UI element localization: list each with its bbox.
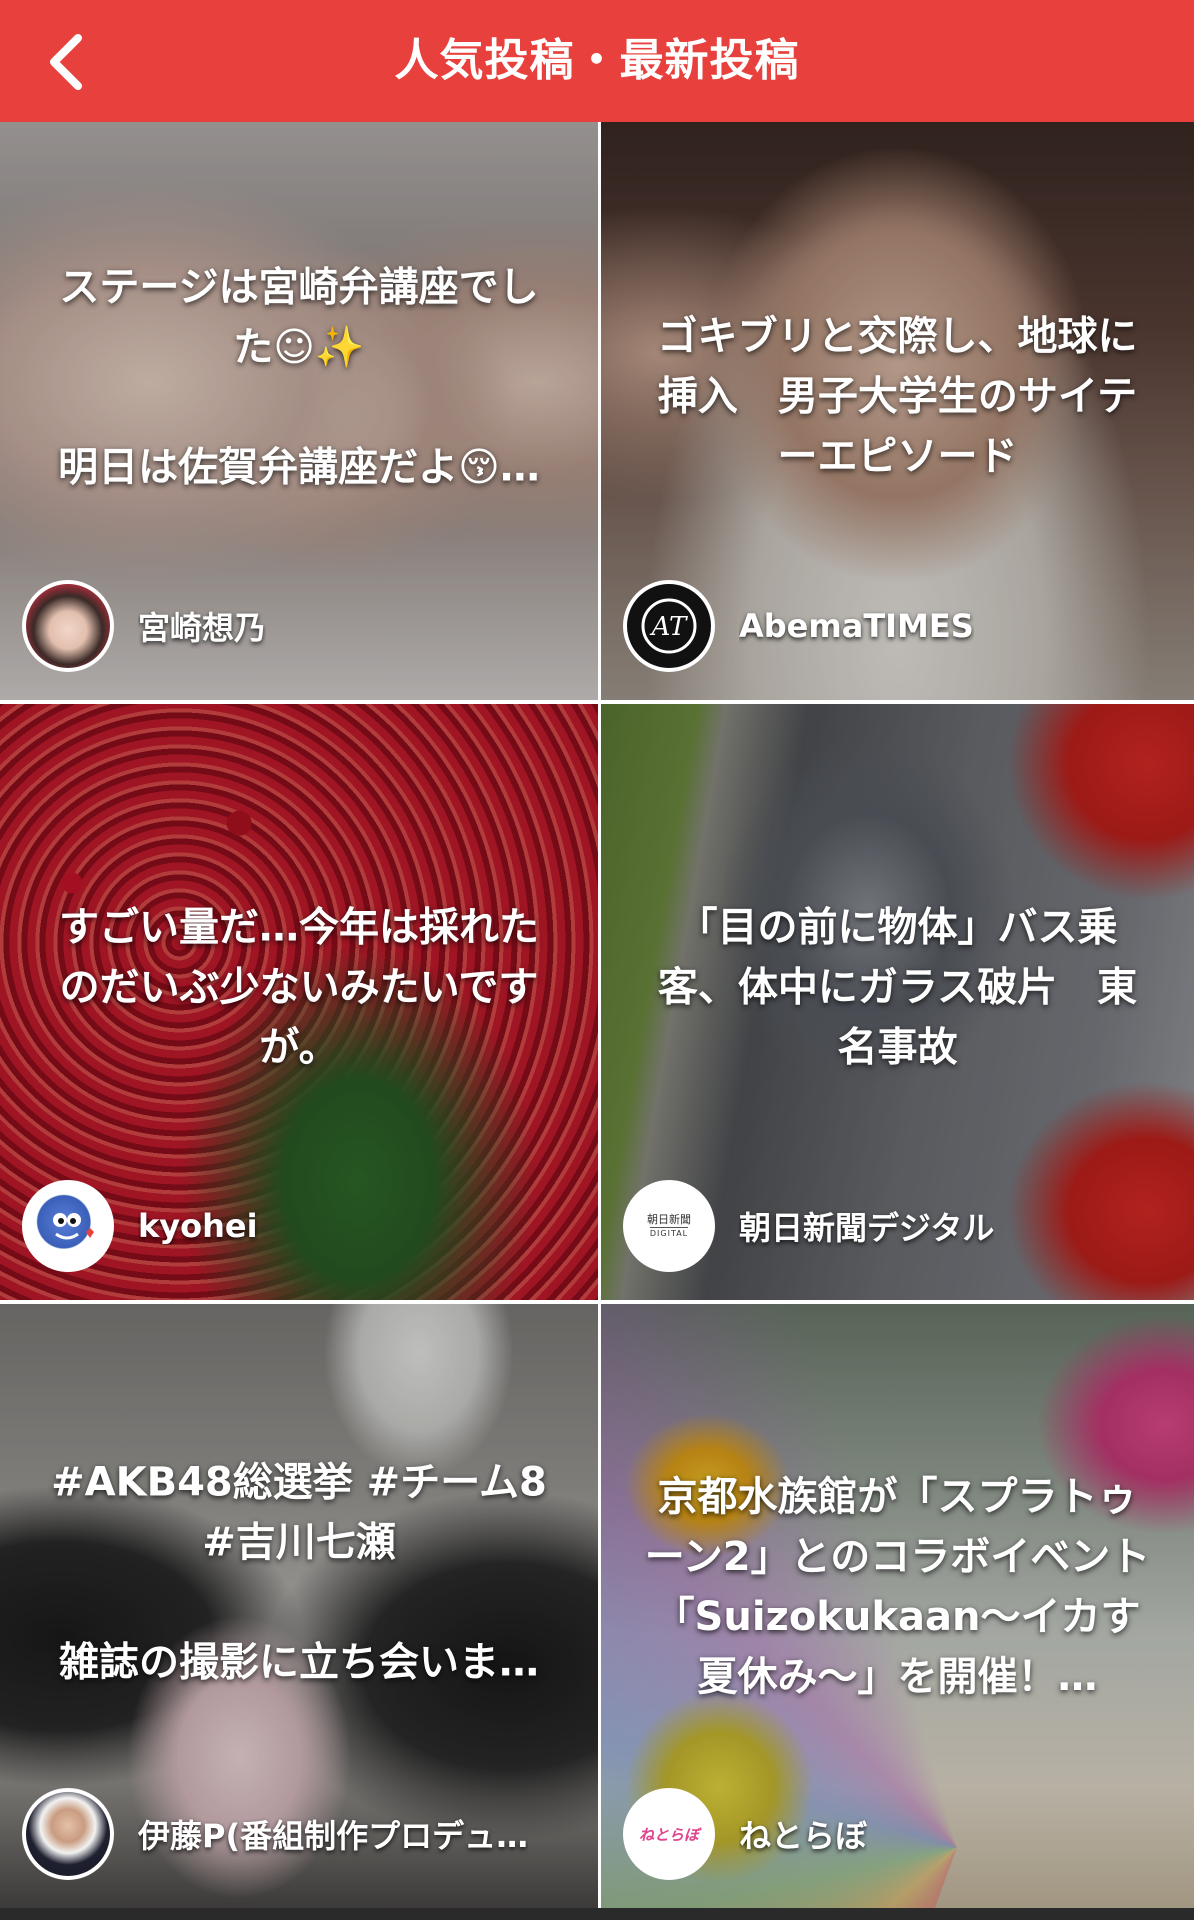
svg-text:AT: AT — [650, 612, 688, 642]
author-name: 宮崎想乃 — [138, 609, 267, 647]
author-name: kyohei — [138, 1207, 258, 1245]
post-author: 朝日新聞 DIGITAL 朝日新聞デジタル — [623, 1178, 1172, 1274]
asahi-logo-line2: DIGITAL — [649, 1227, 689, 1238]
post-author: kyohei — [22, 1178, 576, 1274]
page-title: 人気投稿・最新投稿 — [394, 35, 800, 86]
post-card[interactable]: 京都水族館が「スプラトゥーン2」とのコラボイベント「Suizokukaan〜イカ… — [601, 1304, 1194, 1908]
author-avatar — [22, 580, 114, 672]
author-name: 朝日新聞デジタル — [739, 1209, 995, 1247]
author-avatar — [22, 1180, 114, 1272]
author-name: ねとらぼ — [739, 1817, 868, 1855]
author-name: AbemaTIMES — [739, 607, 974, 645]
netorabo-logo-text: ねとらぼ — [638, 1825, 699, 1844]
asahi-digital-logo: 朝日新聞 DIGITAL — [623, 1180, 715, 1272]
post-card[interactable]: #AKB48総選挙 #チーム8 #吉川七瀬 雑誌の撮影に立ち会いま… 伊藤P(番… — [0, 1304, 601, 1908]
author-avatar — [22, 1788, 114, 1880]
post-text: ゴキブリと交際し、地球に挿入 男子大学生のサイテーエピソード — [657, 313, 1138, 480]
abematimes-logo: AT — [623, 580, 715, 672]
next-row-peek — [601, 1908, 1194, 1920]
post-text: 京都水族館が「スプラトゥーン2」とのコラボイベント「Suizokukaan〜イカ… — [644, 1473, 1151, 1700]
post-text: 「目の前に物体」バス乗客、体中にガラス破片 東名事故 — [657, 904, 1138, 1071]
author-name: 伊藤P(番組制作プロデュ… — [138, 1817, 529, 1855]
post-text: #AKB48総選挙 #チーム8 #吉川七瀬 雑誌の撮影に立ち会いま… — [51, 1459, 547, 1686]
post-text: すごい量だ…今年は採れたのだいぶ少ないみたいですが。 — [59, 904, 539, 1071]
asahi-logo-line1: 朝日新聞 — [647, 1213, 691, 1226]
post-author: 伊藤P(番組制作プロデュ… — [22, 1786, 576, 1882]
post-grid: ステージは宮崎弁講座でした☺✨ 明日は佐賀弁講座だよ😚… 宮崎想乃 ゴキブリと交… — [0, 122, 1194, 1920]
post-author: 宮崎想乃 — [22, 578, 576, 674]
post-card[interactable]: ゴキブリと交際し、地球に挿入 男子大学生のサイテーエピソード AT AbemaT… — [601, 122, 1194, 704]
post-author: ねとらぼ ねとらぼ — [623, 1786, 1172, 1882]
app-header: 人気投稿・最新投稿 — [0, 0, 1194, 122]
post-card[interactable]: ステージは宮崎弁講座でした☺✨ 明日は佐賀弁講座だよ😚… 宮崎想乃 — [0, 122, 601, 704]
next-row-peek — [0, 1908, 601, 1920]
post-text: ステージは宮崎弁講座でした☺✨ 明日は佐賀弁講座だよ😚… — [58, 264, 540, 491]
post-card[interactable]: すごい量だ…今年は採れたのだいぶ少ないみたいですが。 kyohei — [0, 704, 601, 1304]
post-author: AT AbemaTIMES — [623, 578, 1172, 674]
netorabo-logo: ねとらぼ — [623, 1788, 715, 1880]
post-card[interactable]: 「目の前に物体」バス乗客、体中にガラス破片 東名事故 朝日新聞 DIGITAL … — [601, 704, 1194, 1304]
